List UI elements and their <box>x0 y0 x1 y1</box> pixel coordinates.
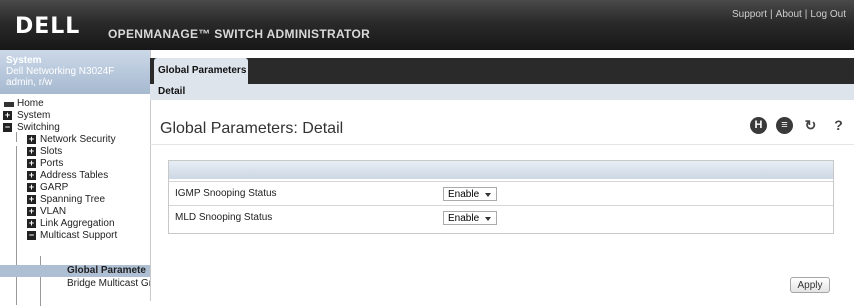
toolbar-icons: H ≡ ↻ ? <box>748 117 852 137</box>
device-name: Dell Networking N3024F <box>6 66 115 77</box>
app-header: DELL OPENMANAGE™ SWITCH ADMINISTRATOR Su… <box>0 0 854 50</box>
save-icon[interactable]: H <box>750 117 767 134</box>
separator: | <box>770 9 773 20</box>
separator: | <box>804 9 808 20</box>
expand-plus-icon[interactable]: + <box>27 147 36 156</box>
mld-snooping-select[interactable]: Enable <box>443 211 497 225</box>
table-row: MLD Snooping Status Enable <box>169 205 833 229</box>
tab-bar: Global Parameters <box>150 58 854 84</box>
mld-snooping-value: Enable <box>448 213 480 224</box>
expand-plus-icon[interactable]: + <box>27 195 36 204</box>
header-links: Support | About | Log Out <box>732 9 846 20</box>
help-icon[interactable]: ? <box>830 117 847 134</box>
logout-link[interactable]: Log Out <box>810 9 846 20</box>
system-info: System Dell Networking N3024F admin, r/w <box>0 50 150 94</box>
nav-ports-label: Ports <box>40 158 64 169</box>
print-icon[interactable]: ≡ <box>776 117 793 134</box>
nav-spanning-tree-label: Spanning Tree <box>40 194 106 205</box>
nav-multicast-support-label: Multicast Support <box>40 230 118 241</box>
nav-bridge-multicast[interactable]: Bridge Multicast Gro <box>0 278 150 290</box>
nav-vlan-label: VLAN <box>40 206 67 217</box>
igmp-snooping-label: IGMP Snooping Status <box>175 188 277 199</box>
subtab-bar: Detail <box>150 84 854 100</box>
expand-plus-icon[interactable]: + <box>27 135 36 144</box>
user-info: admin, r/w <box>6 77 53 88</box>
system-title: System <box>6 55 42 66</box>
about-link[interactable]: About <box>776 9 802 20</box>
nav-switching-label: Switching <box>17 122 60 133</box>
apply-button[interactable]: Apply <box>790 277 830 293</box>
nav-link-aggregation-label: Link Aggregation <box>40 218 115 229</box>
divider <box>150 144 854 145</box>
igmp-snooping-select[interactable]: Enable <box>443 187 497 201</box>
expand-plus-icon[interactable]: + <box>27 219 36 228</box>
table-row: IGMP Snooping Status Enable <box>169 181 833 205</box>
home-icon <box>4 102 14 107</box>
nav-global-parameters[interactable]: Global Paramete <box>0 265 150 277</box>
page-title: Global Parameters: Detail <box>160 120 344 137</box>
mld-snooping-label: MLD Snooping Status <box>175 212 273 223</box>
app-title: OPENMANAGE™ SWITCH ADMINISTRATOR <box>108 27 371 41</box>
dell-logo: DELL <box>15 14 81 39</box>
nav-slots-label: Slots <box>40 146 63 157</box>
table-header <box>169 161 833 179</box>
subtab-detail[interactable]: Detail <box>158 86 185 97</box>
expand-plus-icon[interactable]: + <box>3 111 12 120</box>
refresh-icon[interactable]: ↻ <box>802 117 819 134</box>
tab-global-parameters[interactable]: Global Parameters <box>154 58 248 84</box>
collapse-minus-icon[interactable]: − <box>27 231 36 240</box>
nav-network-security-label: Network Security <box>40 134 116 145</box>
nav-address-tables-label: Address Tables <box>40 170 109 181</box>
expand-plus-icon[interactable]: + <box>27 171 36 180</box>
nav-system-label: System <box>17 110 51 121</box>
igmp-snooping-value: Enable <box>448 189 480 200</box>
dropdown-arrow-icon <box>485 217 491 221</box>
dropdown-arrow-icon <box>485 193 491 197</box>
nav-garp-label: GARP <box>40 182 69 193</box>
expand-plus-icon[interactable]: + <box>27 159 36 168</box>
parameters-table: IGMP Snooping Status Enable MLD Snooping… <box>168 160 834 234</box>
collapse-minus-icon[interactable]: − <box>3 123 12 132</box>
expand-plus-icon[interactable]: + <box>27 183 36 192</box>
support-link[interactable]: Support <box>732 9 767 20</box>
nav-home-label: Home <box>17 98 44 109</box>
sidebar: System Dell Networking N3024F admin, r/w… <box>0 50 151 306</box>
nav-bridge-multicast-label: Bridge Multicast Gro <box>67 278 150 289</box>
expand-plus-icon[interactable]: + <box>27 207 36 216</box>
nav-global-parameters-label: Global Paramete <box>67 265 146 276</box>
